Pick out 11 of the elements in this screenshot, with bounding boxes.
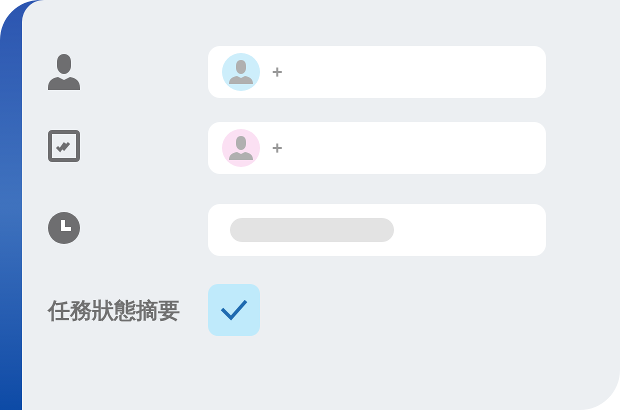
add-label: + — [272, 60, 283, 84]
people-field[interactable]: + — [208, 46, 546, 98]
check-icon — [220, 299, 248, 321]
summary-checkbox[interactable] — [208, 284, 260, 336]
summary-label: 任務狀態摘要 — [48, 296, 181, 324]
people-field[interactable]: + — [208, 122, 546, 174]
time-field[interactable] — [208, 204, 546, 256]
clock-icon — [48, 212, 80, 244]
add-label: + — [272, 136, 283, 160]
double-check-box-icon — [48, 130, 80, 162]
person-icon — [48, 54, 80, 90]
